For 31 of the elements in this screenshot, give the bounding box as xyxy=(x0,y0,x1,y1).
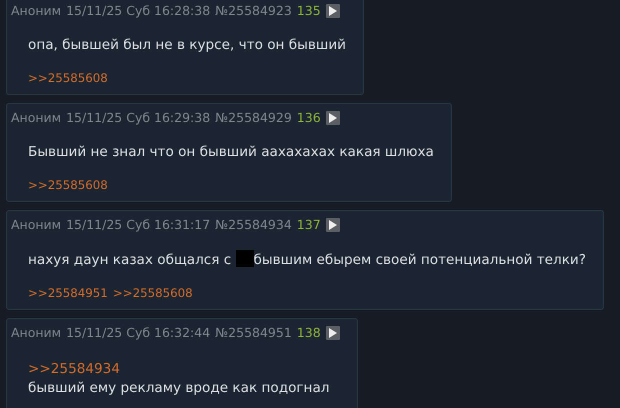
play-icon[interactable] xyxy=(326,111,340,125)
post-author: Аноним xyxy=(11,216,62,234)
post-text: Бывший не знал что он бывший аахахахах какая шлюха xyxy=(28,143,434,162)
post-index: 137 xyxy=(296,216,321,234)
post-author: Аноним xyxy=(11,2,62,20)
play-icon[interactable] xyxy=(326,218,340,232)
post-number[interactable]: №25584934 xyxy=(215,216,292,234)
quote-link[interactable]: >>25584934 xyxy=(28,361,120,377)
post-author: Аноним xyxy=(11,109,62,127)
post-date: 15/11/25 Суб 16:32:44 xyxy=(66,324,210,342)
play-icon[interactable] xyxy=(326,326,340,340)
redaction-mark xyxy=(236,250,254,267)
post-text: нахуя даун казах общался с xyxy=(28,252,232,268)
play-icon[interactable] xyxy=(326,4,340,18)
post-date: 15/11/25 Суб 16:31:17 xyxy=(66,216,210,234)
reply-link[interactable]: >>25584951 xyxy=(28,285,108,301)
post-index: 138 xyxy=(296,324,321,342)
post-text: бывший ему рекламу вроде как подогнал xyxy=(28,379,330,398)
post-number[interactable]: №25584923 xyxy=(215,2,292,20)
post-date: 15/11/25 Суб 16:28:38 xyxy=(66,2,210,20)
post-index: 135 xyxy=(296,2,321,20)
post-text: опа, бывшей был не в курсе, что он бывший xyxy=(28,36,346,55)
post-index: 136 xyxy=(296,109,321,127)
post-date: 15/11/25 Суб 16:29:38 xyxy=(66,109,210,127)
post-number[interactable]: №25584929 xyxy=(215,109,292,127)
post-author: Аноним xyxy=(11,324,62,342)
reply-link[interactable]: >>25585608 xyxy=(28,177,108,193)
post-text: бывшим ебырем своей потенциальной телки? xyxy=(254,252,586,268)
post-number[interactable]: №25584951 xyxy=(215,324,292,342)
reply-link[interactable]: >>25585608 xyxy=(112,285,193,301)
reply-link[interactable]: >>25585608 xyxy=(28,70,108,86)
